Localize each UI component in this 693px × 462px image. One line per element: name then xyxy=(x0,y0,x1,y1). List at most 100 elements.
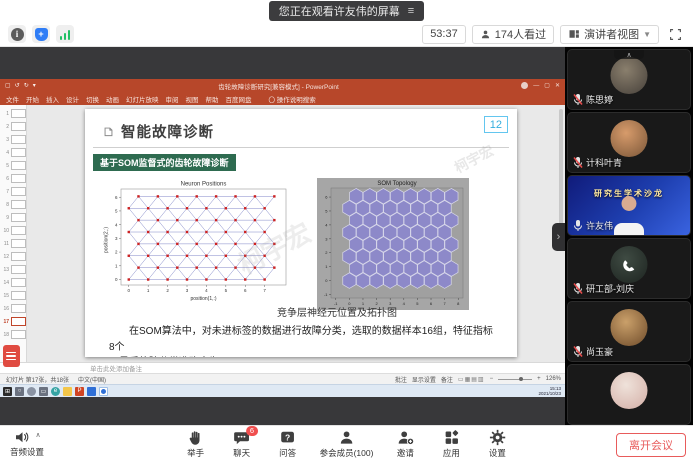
thumbnail-slide-4[interactable]: 4 xyxy=(0,146,26,159)
network-quality-button[interactable] xyxy=(56,25,74,43)
thumbnail-slide-9[interactable]: 9 xyxy=(0,211,26,224)
chat-button[interactable]: 6 聊天 xyxy=(228,429,256,459)
view-mode-selector[interactable]: 演讲者视图▼ xyxy=(560,25,659,44)
slide-title: 智能故障诊断 xyxy=(121,121,214,142)
avatar xyxy=(611,57,648,94)
participant-tile[interactable]: 尚玉豪 xyxy=(567,301,691,362)
top-banner: 您正在观看许友伟的屏幕 ≡ xyxy=(0,0,693,22)
ribbon-tab[interactable]: 切换 xyxy=(86,94,99,104)
participants-button[interactable]: 参会成员(100) xyxy=(320,429,374,459)
viewer-count[interactable]: 174人看过 xyxy=(472,25,554,44)
canvas-scrollbar[interactable] xyxy=(559,109,563,229)
thumbnail-slide-7[interactable]: 7 xyxy=(0,185,26,198)
system-tray-clock[interactable]: 15:13 2021/10/23 xyxy=(538,386,561,397)
meeting-app-icon[interactable] xyxy=(99,387,108,396)
participant-tile[interactable]: ∧ 陈思婷 xyxy=(567,49,691,110)
participant-video-body xyxy=(614,223,644,236)
zoom-level[interactable]: 126% xyxy=(546,376,561,382)
ribbon-tab[interactable]: 开始 xyxy=(26,94,39,104)
notes-pane[interactable]: 单击此处添加备注 xyxy=(0,362,565,373)
thumbnail-slide-5[interactable]: 5 xyxy=(0,159,26,172)
svg-text:4: 4 xyxy=(115,222,118,227)
ribbon-tab[interactable]: 文件 xyxy=(6,94,19,104)
raise-hand-button[interactable]: 举手 xyxy=(182,429,210,459)
ppt-quick-access-toolbar[interactable]: ▢↺↻▾ xyxy=(5,82,36,89)
settings-button[interactable]: 设置 xyxy=(483,429,511,459)
neuron-positions-chart: Neuron Positions012345670123456position(… xyxy=(101,178,291,302)
leave-meeting-button[interactable]: 离开会议 xyxy=(616,433,686,457)
thumbnail-slide-12[interactable]: 12 xyxy=(0,250,26,263)
thumbnail-slide-2[interactable]: 2 xyxy=(0,120,26,133)
meeting-security-button[interactable]: + xyxy=(32,25,50,43)
meeting-floating-widget[interactable] xyxy=(3,345,20,367)
language-indicator[interactable]: 中文(中国) xyxy=(78,375,106,384)
thumbnail-slide-1[interactable]: 1 xyxy=(0,107,26,120)
app-icon[interactable] xyxy=(87,387,96,396)
avatar xyxy=(611,246,648,283)
participant-name: 计科叶青 xyxy=(586,156,622,169)
qa-icon: ? xyxy=(279,429,296,446)
task-view-icon[interactable]: ▭ xyxy=(39,387,48,396)
cortana-icon[interactable] xyxy=(27,387,36,396)
thumbnail-slide-16[interactable]: 16 xyxy=(0,302,26,315)
thumbnail-slide-17[interactable]: 17 xyxy=(0,315,26,328)
search-icon[interactable]: ○ xyxy=(15,387,24,396)
start-menu-icon[interactable]: ⊞ xyxy=(3,387,12,396)
minimize-icon[interactable]: — xyxy=(533,83,539,89)
comments-button[interactable]: 批注 xyxy=(395,375,407,384)
edge-icon[interactable]: e xyxy=(51,387,60,396)
fullscreen-button[interactable] xyxy=(665,25,685,44)
thumbnail-slide-8[interactable]: 8 xyxy=(0,198,26,211)
zoom-slider[interactable] xyxy=(498,379,532,380)
thumbnail-slide-10[interactable]: 10 xyxy=(0,224,26,237)
file-explorer-icon[interactable] xyxy=(63,387,72,396)
notes-button[interactable]: 备注 xyxy=(441,375,453,384)
sidebar-collapse-handle[interactable]: › xyxy=(552,223,565,251)
apps-button[interactable]: 应用 xyxy=(437,429,465,459)
participant-tile[interactable]: 研工部-刘庆 xyxy=(567,238,691,299)
ribbon-tab[interactable]: 百度网盘 xyxy=(226,94,252,104)
zoom-in-icon[interactable]: + xyxy=(537,376,541,382)
thumbnail-slide-18[interactable]: 18 xyxy=(0,328,26,341)
thumbnail-slide-13[interactable]: 13 xyxy=(0,263,26,276)
meeting-info-button[interactable]: i xyxy=(8,25,26,43)
fullscreen-icon xyxy=(669,28,682,41)
thumbnail-slide-6[interactable]: 6 xyxy=(0,172,26,185)
zoom-out-icon[interactable]: − xyxy=(490,376,494,382)
speaker-view-icon xyxy=(568,28,580,40)
slide-canvas-area: 智能故障诊断 12 基于SOM监督式的齿轮故障诊断 Neuron Positio… xyxy=(27,105,565,362)
undo-icon: ↺ xyxy=(15,82,20,89)
ribbon-tab[interactable]: 审阅 xyxy=(166,94,179,104)
ribbon-tab[interactable]: 幻灯片放映 xyxy=(126,94,159,104)
ribbon-tab[interactable]: 设计 xyxy=(66,94,79,104)
qa-button[interactable]: ? 问答 xyxy=(274,429,302,459)
thumbnail-slide-15[interactable]: 15 xyxy=(0,289,26,302)
collapse-arrow-icon[interactable]: ∧ xyxy=(614,50,644,59)
participant-tile[interactable] xyxy=(567,364,691,425)
close-icon[interactable]: ✕ xyxy=(555,82,560,89)
display-settings-button[interactable]: 显示设置 xyxy=(412,375,436,384)
thumbnail-slide-11[interactable]: 11 xyxy=(0,237,26,250)
maximize-icon[interactable]: ▢ xyxy=(544,82,550,89)
thumbnail-slide-3[interactable]: 3 xyxy=(0,133,26,146)
meeting-window: 您正在观看许友伟的屏幕 ≡ i + 53:37 174人看过 演讲者视图▼ ▢↺ xyxy=(0,0,693,462)
ribbon-tab[interactable]: 插入 xyxy=(46,94,59,104)
participant-tile[interactable]: 研究生学术沙龙 许友伟 xyxy=(567,175,691,236)
ribbon-tab[interactable]: 帮助 xyxy=(206,94,219,104)
invite-button[interactable]: 邀请 xyxy=(391,429,419,459)
avatar xyxy=(611,309,648,346)
chevron-down-icon: ▼ xyxy=(643,30,651,39)
powerpoint-icon[interactable]: P xyxy=(75,387,84,396)
banner-menu-icon[interactable]: ≡ xyxy=(408,5,414,17)
ribbon-tab[interactable]: 视图 xyxy=(186,94,199,104)
view-switch-icons[interactable]: ▭▦▤▥ xyxy=(458,376,485,383)
participant-name: 尚玉豪 xyxy=(586,345,613,358)
participant-tile[interactable]: 计科叶青 xyxy=(567,112,691,173)
audio-options-caret[interactable]: ∧ xyxy=(35,431,40,439)
account-avatar[interactable] xyxy=(521,82,528,89)
audio-settings-button[interactable]: ∧ 音频设置 xyxy=(10,429,44,458)
ribbon-tab[interactable]: 动画 xyxy=(106,94,119,104)
thumbnail-slide-14[interactable]: 14 xyxy=(0,276,26,289)
ppt-window-title: 齿轮故障诊断研究[兼容模式] - PowerPoint xyxy=(36,81,522,91)
tell-me-search[interactable]: 〇 操作说明搜索 xyxy=(269,94,316,104)
